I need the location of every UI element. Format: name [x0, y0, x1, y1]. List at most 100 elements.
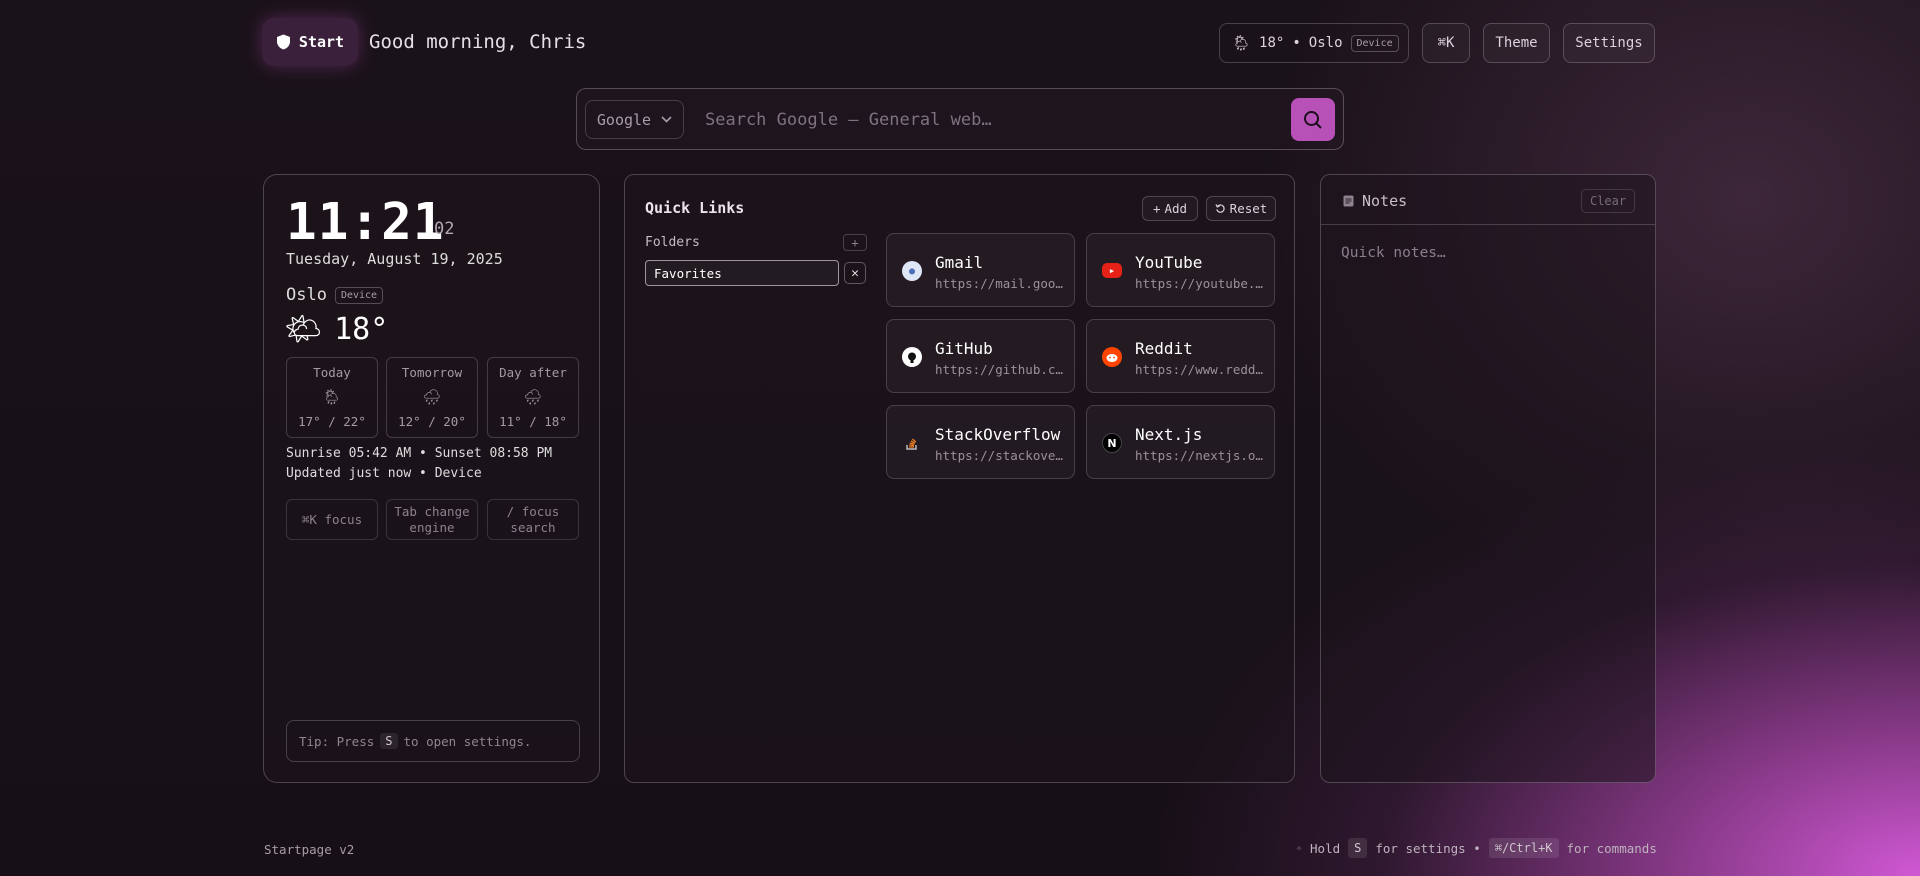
search-input[interactable]	[705, 103, 1265, 137]
document-icon	[1343, 195, 1354, 207]
clock-date: Tuesday, August 19, 2025	[286, 250, 503, 268]
link-url: https://github.com	[935, 362, 1065, 377]
nextjs-icon: N	[1102, 433, 1122, 453]
folders-label: Folders	[645, 235, 700, 250]
hint-slash: / focus search	[487, 499, 579, 540]
rain-cloud-icon: 🌧	[422, 388, 442, 406]
forecast-range: 12° / 20°	[398, 414, 466, 429]
greeting: Good morning, Chris	[369, 31, 587, 53]
city-name: Oslo	[286, 285, 327, 305]
globe-icon: ●	[902, 261, 922, 281]
plus-icon: +	[1152, 201, 1161, 216]
link-url: https://www.reddit.com	[1135, 362, 1265, 377]
github-icon	[902, 347, 922, 367]
youtube-icon: ▶	[1102, 263, 1122, 278]
folder-name-input[interactable]	[645, 260, 839, 286]
search-button[interactable]	[1291, 98, 1335, 141]
updated-status: Updated just now • Device	[286, 466, 482, 481]
footer-key-s: S	[1348, 838, 1368, 858]
weather-chip-city: Oslo	[1308, 35, 1343, 51]
reset-label: Reset	[1229, 201, 1268, 216]
stackoverflow-icon	[902, 433, 922, 453]
link-name: Reddit	[1135, 339, 1193, 358]
add-link-button[interactable]: + Add	[1142, 196, 1198, 221]
clear-notes-button[interactable]: Clear	[1581, 189, 1635, 213]
engine-select[interactable]: Google	[585, 100, 684, 139]
brand-label: Start	[298, 33, 345, 51]
link-name: YouTube	[1135, 253, 1203, 272]
city-row: Oslo Device	[286, 285, 384, 305]
link-tile-github[interactable]: GitHub https://github.com	[886, 319, 1075, 393]
close-icon[interactable]: ✕	[844, 262, 866, 284]
sunrise-sunset: Sunrise 05:42 AM • Sunset 08:58 PM	[286, 446, 553, 461]
command-palette-button[interactable]: ⌘K	[1422, 23, 1470, 63]
notes-header: Notes Clear	[1321, 175, 1655, 225]
forecast-day: Day after	[499, 365, 567, 380]
footer-hold: Hold	[1310, 840, 1341, 856]
source-badge: Device	[334, 286, 384, 304]
engine-select-value: Google	[596, 110, 652, 129]
link-tile-nextjs[interactable]: N Next.js https://nextjs.org	[1086, 405, 1275, 479]
current-weather: 🌤 18°	[284, 312, 388, 347]
clock-time: 11:21	[286, 193, 445, 252]
tip-prefix: Tip: Press	[299, 733, 375, 749]
add-folder-button[interactable]: +	[843, 234, 867, 251]
link-url: https://stackoverflow.com	[935, 448, 1065, 463]
link-url: https://youtube.com	[1135, 276, 1265, 291]
notes-title: Notes	[1343, 192, 1407, 210]
notes-title-label: Notes	[1362, 192, 1408, 210]
notes-card: Notes Clear	[1320, 174, 1656, 783]
clock-seconds: 02	[434, 219, 455, 239]
forecast-range: 11° / 18°	[499, 414, 567, 429]
search-bar: Google	[576, 88, 1344, 150]
forecast-day: Tomorrow	[401, 365, 463, 380]
link-tile-gmail[interactable]: ● Gmail https://mail.google.com	[886, 233, 1075, 307]
version-label: Startpage v2	[264, 842, 355, 857]
link-name: Gmail	[935, 253, 984, 272]
shield-icon	[276, 34, 290, 50]
hint-tab: Tab change engine	[386, 499, 478, 540]
link-url: https://nextjs.org	[1135, 448, 1265, 463]
weather-chip[interactable]: 🌦 18° • Oslo Device	[1219, 23, 1409, 63]
notes-textarea[interactable]	[1341, 245, 1637, 765]
source-badge: Device	[1350, 34, 1399, 52]
link-name: StackOverflow	[935, 425, 1061, 444]
clock-weather-card: 11:21 02 Tuesday, August 19, 2025 Oslo D…	[263, 174, 600, 783]
rain-cloud-icon: 🌧	[523, 388, 543, 406]
tip-key: S	[380, 733, 398, 749]
forecast-today: Today 🌦 17° / 22°	[286, 357, 378, 438]
forecast-day-after: Day after 🌧 11° / 18°	[487, 357, 579, 438]
reddit-icon	[1102, 347, 1122, 367]
add-label: Add	[1164, 201, 1188, 216]
sun-behind-rain-cloud-icon: 🌦	[1232, 34, 1252, 52]
sun-behind-cloud-icon: 🌤	[284, 312, 323, 347]
theme-button[interactable]: Theme	[1483, 23, 1550, 63]
current-temp: 18°	[334, 312, 389, 347]
sun-behind-rain-cloud-icon: 🌦	[322, 388, 342, 406]
quick-links-card: Quick Links + Add Reset Folders + ✕ ● Gm…	[624, 174, 1295, 783]
footer-shortcuts: ✧ Hold S for settings • ⌘/Ctrl+K for com…	[1296, 838, 1657, 858]
link-tile-reddit[interactable]: Reddit https://www.reddit.com	[1086, 319, 1275, 393]
hint-cmdk: ⌘K focus	[286, 499, 378, 540]
link-name: GitHub	[935, 339, 993, 358]
footer-for-settings: for settings •	[1375, 840, 1481, 856]
forecast-day: Today	[313, 365, 351, 380]
quick-links-title: Quick Links	[645, 199, 745, 217]
tip-suffix: to open settings.	[403, 733, 532, 749]
weather-chip-temp: 18°	[1259, 35, 1285, 51]
link-name: Next.js	[1135, 425, 1203, 444]
brand-button[interactable]: Start	[262, 18, 358, 66]
forecast-range: 17° / 22°	[298, 414, 366, 429]
link-tile-youtube[interactable]: ▶ YouTube https://youtube.com	[1086, 233, 1275, 307]
chevron-down-icon	[661, 116, 672, 123]
tip-box: Tip: Press S to open settings.	[286, 720, 580, 762]
sparkle-icon: ✧	[1296, 842, 1303, 854]
forecast-tomorrow: Tomorrow 🌧 12° / 20°	[386, 357, 478, 438]
search-icon	[1304, 110, 1322, 129]
link-tile-stackoverflow[interactable]: StackOverflow https://stackoverflow.com	[886, 405, 1075, 479]
reset-icon	[1215, 204, 1225, 213]
reset-links-button[interactable]: Reset	[1206, 196, 1276, 221]
footer-for-commands: for commands	[1566, 840, 1657, 856]
weather-chip-separator: •	[1292, 35, 1301, 51]
settings-button[interactable]: Settings	[1563, 23, 1655, 63]
